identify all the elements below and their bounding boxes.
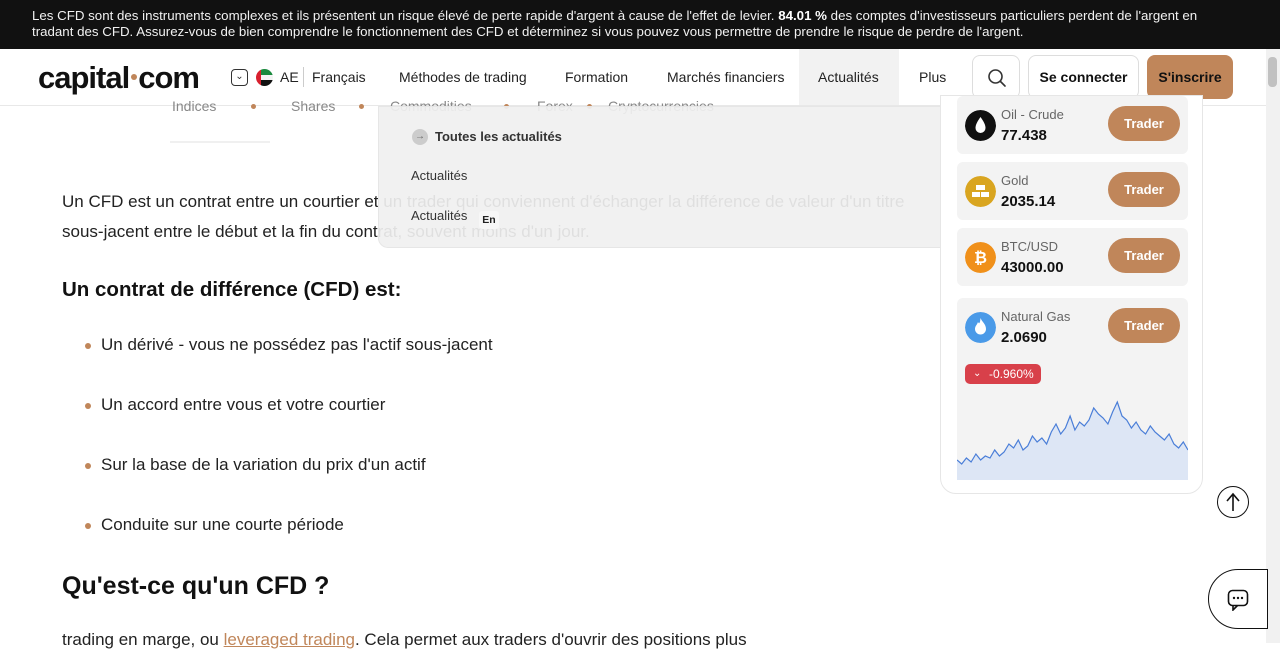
tab-separator-dot	[251, 104, 256, 109]
chat-bubble-icon	[1227, 589, 1249, 611]
nav-news[interactable]: Actualités	[818, 69, 879, 85]
list-item: Un accord entre vous et votre courtier	[101, 395, 386, 414]
paragraph-text-start: trading en marge, ou	[62, 630, 224, 649]
all-news-link[interactable]: Toutes les actualités	[435, 129, 562, 144]
page-scrollbar[interactable]	[1266, 49, 1280, 643]
asset-row-oil[interactable]: Oil - Crude 77.438 Trader	[957, 96, 1188, 154]
list-item: Conduite sur une courte période	[101, 515, 344, 534]
chevron-down-icon[interactable]: ⌄	[231, 69, 248, 86]
asset-name: Oil - Crude	[1001, 107, 1064, 122]
market-prices-widget: Oil - Crude 77.438 Trader Gold 2035.14 T…	[940, 95, 1203, 494]
asset-price: 2035.14	[1001, 193, 1056, 210]
bullet-dot	[85, 403, 91, 409]
nav-markets[interactable]: Marchés financiers	[667, 69, 785, 85]
flame-icon	[965, 312, 996, 343]
list-item: Un dérivé - vous ne possédez pas l'actif…	[101, 335, 493, 354]
login-button[interactable]: Se connecter	[1028, 55, 1139, 99]
paragraph-text-end: . Cela permet aux traders d'ouvrir des p…	[354, 630, 747, 649]
what-is-cfd-heading: Qu'est-ce qu'un CFD ?	[62, 572, 330, 600]
chevron-down-icon: ⌄	[973, 368, 982, 379]
bullet-dot	[85, 523, 91, 529]
asset-row-natural-gas[interactable]: Natural Gas 2.0690 Trader ⌄ -0.960%	[957, 298, 1188, 480]
trade-button[interactable]: Trader	[1108, 308, 1180, 343]
asset-price: 77.438	[1001, 127, 1047, 144]
trade-button[interactable]: Trader	[1108, 106, 1180, 141]
leveraged-trading-link[interactable]: leveraged trading	[224, 630, 355, 649]
price-change-value: -0.960%	[989, 367, 1034, 381]
logo-dot	[131, 73, 138, 80]
tab-indices[interactable]: Indices	[172, 98, 216, 114]
dropdown-item-news[interactable]: Actualités	[411, 168, 467, 183]
language-selector[interactable]: Français	[312, 69, 366, 85]
gold-bars-icon	[965, 176, 996, 207]
nav-divider	[303, 67, 304, 87]
search-icon	[988, 69, 1006, 87]
asset-row-btc[interactable]: ₿ BTC/USD 43000.00 Trader	[957, 228, 1188, 286]
bitcoin-icon: ₿	[965, 242, 996, 273]
article-paragraph: trading en marge, ou leveraged trading. …	[62, 630, 747, 650]
bullet-dot	[85, 343, 91, 349]
signup-button[interactable]: S'inscrire	[1147, 55, 1233, 99]
asset-row-gold[interactable]: Gold 2035.14 Trader	[957, 162, 1188, 220]
asset-name: BTC/USD	[1001, 239, 1059, 254]
nav-education[interactable]: Formation	[565, 69, 628, 85]
list-item: Sur la base de la variation du prix d'un…	[101, 455, 426, 474]
oil-drop-icon	[965, 110, 996, 141]
price-change-badge: ⌄ -0.960%	[965, 364, 1041, 384]
scroll-to-top-button[interactable]	[1217, 486, 1249, 518]
price-sparkline	[957, 400, 1188, 480]
asset-price: 43000.00	[1001, 259, 1064, 276]
capital-com-logo[interactable]: capital com	[38, 60, 200, 96]
asset-name: Natural Gas	[1001, 309, 1071, 324]
nav-more[interactable]: Plus	[919, 69, 946, 85]
tab-separator-dot	[359, 104, 364, 109]
search-button[interactable]	[972, 55, 1020, 99]
trade-button[interactable]: Trader	[1108, 238, 1180, 273]
risk-text-start: Les CFD sont des instruments complexes e…	[32, 8, 779, 23]
news-dropdown-menu: → Toutes les actualités Actualités Actua…	[378, 106, 963, 248]
bullet-dot	[85, 463, 91, 469]
dropdown-item-news-en[interactable]: Actualités	[411, 208, 467, 223]
svg-text:₿: ₿	[974, 248, 987, 267]
logo-text-right: com	[138, 60, 200, 95]
risk-warning-banner: Les CFD sont des instruments complexes e…	[0, 0, 1280, 49]
sparkline-area	[957, 402, 1188, 480]
uae-flag-icon[interactable]	[256, 69, 273, 86]
arrow-right-icon: →	[412, 129, 428, 145]
trade-button[interactable]: Trader	[1108, 172, 1180, 207]
chat-support-button[interactable]	[1208, 569, 1268, 629]
risk-percent: 84.01 %	[778, 8, 827, 23]
asset-name: Gold	[1001, 173, 1029, 188]
logo-text-left: capital	[38, 60, 130, 95]
cfd-definition-heading: Un contrat de différence (CFD) est:	[62, 278, 402, 301]
tab-underline	[170, 141, 270, 143]
arrow-up-icon	[1226, 492, 1240, 511]
tab-shares[interactable]: Shares	[291, 98, 335, 114]
region-code[interactable]: AE	[280, 69, 299, 85]
asset-price: 2.0690	[1001, 329, 1047, 346]
nav-trading-methods[interactable]: Méthodes de trading	[399, 69, 527, 85]
language-badge: En	[479, 211, 499, 229]
scrollbar-thumb[interactable]	[1268, 57, 1277, 87]
